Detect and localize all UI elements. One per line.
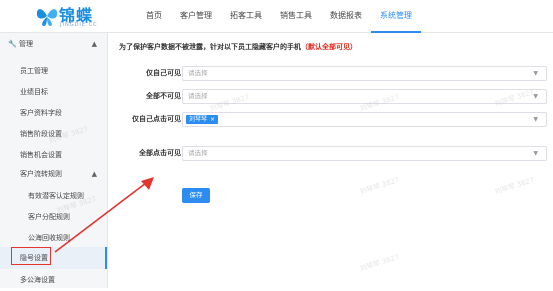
select-placeholder: 请选择: [188, 69, 208, 77]
sidebar-item-targets[interactable]: 业绩目标: [0, 81, 107, 103]
notice-default-label: （默认全部可见）: [301, 43, 357, 51]
logo[interactable]: 锦蝶 JINGDIE.CC: [36, 2, 116, 30]
select-placeholder: 请选择: [188, 92, 208, 100]
select-placeholder: 请选择: [188, 149, 208, 157]
select-self-click-visible[interactable]: 刘琴琴 × ▼: [182, 112, 547, 127]
wrench-icon: 🔧: [8, 40, 17, 48]
sidebar-item-staff[interactable]: 员工管理: [0, 60, 107, 82]
watermark: 刘琴琴 3827: [493, 175, 536, 197]
sidebar-item-assign-rules[interactable]: 客户分配规则: [0, 206, 107, 228]
watermark: 刘琴琴 3827: [358, 252, 401, 274]
field-label-self-click-visible: 仅自己点击可见: [132, 115, 181, 123]
select-all-hidden[interactable]: 请选择 ▼: [182, 89, 547, 104]
nav-home[interactable]: 首页: [137, 0, 171, 33]
chevron-up-icon: ▲: [91, 170, 97, 178]
sidebar-item-flow-rules[interactable]: 客户流转规则 ▲: [0, 163, 107, 185]
selected-user-tag: 刘琴琴 ×: [186, 115, 219, 124]
save-button[interactable]: 保存: [182, 188, 210, 203]
butterfly-logo-icon: [36, 9, 58, 26]
select-all-click-visible[interactable]: 请选择 ▼: [182, 146, 547, 161]
chevron-up-icon: ▲: [91, 40, 97, 48]
main-nav: 首页 客户管理 拓客工具 销售工具 数据报表 系统管理: [137, 0, 421, 33]
nav-system[interactable]: 系统管理: [371, 0, 421, 33]
chevron-down-icon: ▼: [533, 150, 538, 157]
main-content: 为了保护客户数据不被泄露，针对以下员工隐藏客户的手机（默认全部可见） 仅自己可见…: [109, 33, 553, 288]
field-label-self-visible: 仅自己可见: [146, 69, 181, 77]
field-label-all-click-visible: 全部点击可见: [139, 149, 181, 157]
sidebar-section-label: 管理: [18, 40, 33, 48]
sidebar-section-manage[interactable]: 🔧 管理 ▲: [0, 33, 107, 55]
chevron-down-icon: ▼: [533, 93, 538, 100]
sidebar-item-lead-rules[interactable]: 有效潜客认定规则: [0, 185, 107, 207]
logo-subtext: JINGDIE.CC: [60, 22, 98, 28]
tag-close-icon[interactable]: ×: [210, 116, 215, 123]
select-self-visible[interactable]: 请选择 ▼: [182, 66, 547, 81]
chevron-down-icon: ▼: [533, 70, 538, 77]
nav-sales-tools[interactable]: 销售工具: [271, 0, 321, 33]
sidebar-item-recycle-rules[interactable]: 公海回收规则: [0, 227, 107, 249]
sidebar-item-label: 客户流转规则: [20, 170, 62, 178]
nav-customers[interactable]: 客户管理: [171, 0, 221, 33]
annotation-highlight-box: [11, 247, 51, 265]
sidebar-item-fields[interactable]: 客户资料字段: [0, 102, 107, 124]
nav-reports[interactable]: 数据报表: [321, 0, 371, 33]
watermark: 刘琴琴 3827: [358, 175, 401, 197]
field-label-all-hidden: 全部不可见: [146, 92, 181, 100]
chevron-down-icon: ▼: [533, 116, 538, 123]
top-bar: 锦蝶 JINGDIE.CC 首页 客户管理 拓客工具 销售工具 数据报表 系统管…: [0, 0, 553, 33]
nav-prospecting[interactable]: 拓客工具: [221, 0, 271, 33]
notice-text: 为了保护客户数据不被泄露，针对以下员工隐藏客户的手机（默认全部可见）: [119, 43, 357, 51]
sidebar-item-stages[interactable]: 销售阶段设置: [0, 123, 107, 145]
